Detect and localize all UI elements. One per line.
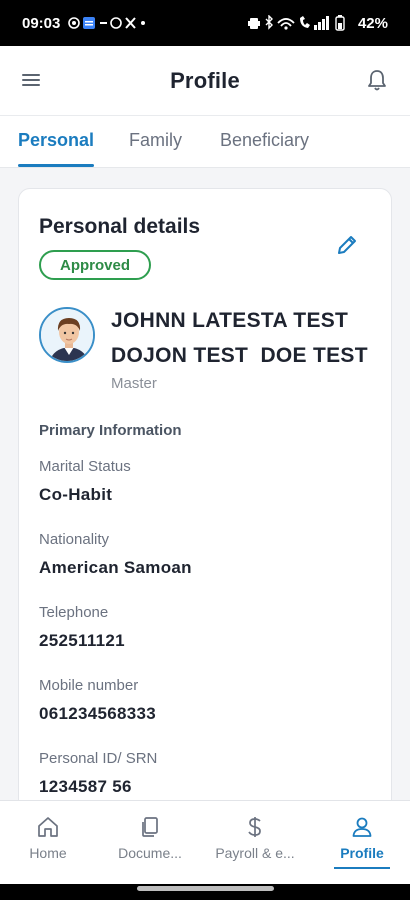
nationality-label: Nationality: [39, 531, 110, 548]
top-app-bar: Profile: [0, 46, 410, 116]
nav-item-documents[interactable]: Docume...: [100, 801, 200, 884]
nav-label-documents: Docume...: [118, 845, 182, 861]
tab-personal[interactable]: Personal: [18, 130, 94, 151]
employee-name: JOHNN LATESTA TEST DOJON TEST DOE TEST: [111, 303, 381, 373]
personal-details-card: Personal details Approved JOHNN LATESTA …: [18, 188, 392, 884]
app-screen: Profile Personal Family Beneficiary Pers…: [0, 46, 410, 884]
hamburger-menu-icon[interactable]: [22, 71, 42, 91]
personal-id-label: Personal ID/ SRN: [39, 750, 158, 767]
dollar-icon: [248, 817, 261, 837]
nationality-value: American Samoan: [39, 558, 192, 577]
avatar: [39, 307, 95, 363]
status-time: 09:03: [22, 14, 61, 32]
gesture-bar[interactable]: [137, 886, 274, 891]
employee-role: Master: [111, 375, 157, 392]
page-title: Profile: [170, 67, 240, 93]
battery-percent: 42%: [357, 14, 388, 32]
tab-family[interactable]: Family: [129, 130, 182, 151]
telephone-value: 252511121: [39, 631, 125, 650]
mobile-number-value: 061234568333: [39, 704, 157, 723]
card-title: Personal details: [39, 215, 201, 238]
nav-label-payroll: Payroll & e...: [215, 845, 295, 861]
section-title-primary-information: Primary Information: [39, 422, 182, 439]
status-badge: Approved: [39, 250, 151, 280]
notification-icons: [68, 16, 146, 30]
tab-beneficiary[interactable]: Beneficiary: [220, 130, 309, 151]
system-icons: [247, 15, 352, 31]
nav-label-home: Home: [29, 845, 67, 861]
nav-item-home[interactable]: Home: [0, 801, 98, 884]
marital-status-value: Co-Habit: [39, 485, 113, 504]
telephone-label: Telephone: [39, 604, 109, 621]
marital-status-label: Marital Status: [39, 458, 131, 475]
mobile-number-label: Mobile number: [39, 677, 139, 694]
edit-pencil-icon[interactable]: [335, 233, 359, 257]
nav-item-payroll[interactable]: Payroll & e...: [205, 801, 305, 884]
notification-bell-icon[interactable]: [366, 68, 388, 92]
bottom-navigation: Home Docume... Payroll & e... Profile: [0, 800, 410, 884]
nav-label-profile: Profile: [340, 845, 384, 861]
active-tab-indicator: [18, 164, 94, 167]
personal-id-value: 1234587 56: [39, 777, 132, 796]
active-nav-indicator: [334, 867, 390, 869]
profile-tabs: Personal Family Beneficiary: [0, 116, 410, 168]
person-icon: [352, 817, 372, 837]
status-bar: 09:03 42%: [0, 0, 410, 46]
nav-item-profile[interactable]: Profile: [312, 801, 410, 884]
name-line-1: JOHNN LATESTA TEST: [111, 309, 349, 332]
name-line-2: DOJON TEST DOE TEST: [111, 344, 368, 367]
home-icon: [38, 817, 58, 837]
documents-icon: [142, 817, 158, 837]
